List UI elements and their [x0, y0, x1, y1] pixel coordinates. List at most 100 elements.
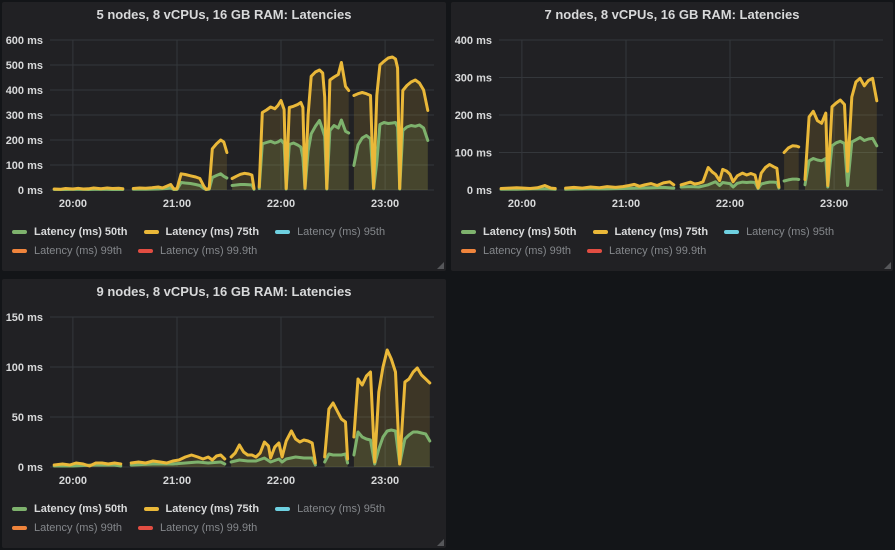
y-tick-label: 400 ms [6, 85, 43, 97]
legend-label: Latency (ms) 50th [34, 503, 128, 515]
x-tick-label: 21:00 [612, 198, 640, 210]
x-tick-label: 21:00 [163, 198, 191, 210]
y-tick-label: 100 ms [6, 160, 43, 172]
x-tick-label: 21:00 [163, 475, 191, 487]
legend-row: Latency (ms) 99th Latency (ms) 99.9th [12, 241, 440, 260]
legend-color-dash-icon [593, 230, 608, 234]
legend-item-latency-ms-95th[interactable]: Latency (ms) 95th [724, 226, 834, 238]
panel-9-nodes: 9 nodes, 8 vCPUs, 16 GB RAM: Latencies 0… [2, 279, 446, 548]
panel-resize-handle-icon[interactable] [437, 539, 444, 546]
legend-label: Latency (ms) 95th [746, 226, 834, 238]
chart-legend: Latency (ms) 50th Latency (ms) 75th Latenc… [12, 499, 440, 537]
legend-item-latency-ms-75th[interactable]: Latency (ms) 75th [593, 226, 709, 238]
legend-item-latency-ms-75th[interactable]: Latency (ms) 75th [144, 226, 260, 238]
legend-label: Latency (ms) 99.9th [160, 522, 257, 534]
legend-color-dash-icon [12, 507, 27, 511]
series-line [54, 188, 123, 189]
panel-5-nodes: 5 nodes, 8 vCPUs, 16 GB RAM: Latencies 0… [2, 2, 446, 271]
legend-color-dash-icon [12, 249, 27, 253]
chart-plot[interactable]: 0 ms 100 ms 200 ms 300 ms 400 ms 20:00 21:00 22… [453, 28, 889, 216]
legend-item-latency-ms-99th[interactable]: Latency (ms) 99th [461, 245, 571, 257]
y-tick-label: 0 ms [18, 462, 43, 474]
legend-row: Latency (ms) 50th Latency (ms) 75th Latenc… [12, 499, 440, 518]
legend-label: Latency (ms) 75th [166, 226, 260, 238]
y-tick-label: 200 ms [455, 110, 492, 122]
panel-title[interactable]: 7 nodes, 8 vCPUs, 16 GB RAM: Latencies [451, 7, 893, 22]
legend-label: Latency (ms) 99.9th [160, 245, 257, 257]
x-tick-label: 20:00 [508, 198, 536, 210]
y-tick-label: 400 ms [455, 35, 492, 47]
series-area [805, 78, 877, 190]
legend-row: Latency (ms) 50th Latency (ms) 75th Latenc… [461, 222, 887, 241]
x-tick-label: 20:00 [59, 475, 87, 487]
legend-color-dash-icon [144, 230, 159, 234]
legend-item-latency-ms-50th[interactable]: Latency (ms) 50th [12, 226, 128, 238]
legend-label: Latency (ms) 99.9th [609, 245, 706, 257]
legend-item-latency-ms-95th[interactable]: Latency (ms) 95th [275, 503, 385, 515]
legend-item-latency-ms-99-9th[interactable]: Latency (ms) 99.9th [138, 522, 257, 534]
y-tick-label: 0 ms [18, 185, 43, 197]
legend-label: Latency (ms) 99th [34, 522, 122, 534]
legend-item-latency-ms-95th[interactable]: Latency (ms) 95th [275, 226, 385, 238]
panel-7-nodes: 7 nodes, 8 vCPUs, 16 GB RAM: Latencies 0… [451, 2, 893, 271]
legend-item-latency-ms-99-9th[interactable]: Latency (ms) 99.9th [138, 245, 257, 257]
legend-label: Latency (ms) 75th [615, 226, 709, 238]
legend-item-latency-ms-50th[interactable]: Latency (ms) 50th [461, 226, 577, 238]
legend-label: Latency (ms) 99th [34, 245, 122, 257]
legend-label: Latency (ms) 50th [34, 226, 128, 238]
series-line [501, 186, 555, 189]
chart-legend: Latency (ms) 50th Latency (ms) 75th Latenc… [12, 222, 440, 260]
x-tick-label: 22:00 [267, 198, 295, 210]
y-tick-label: 300 ms [455, 73, 492, 85]
legend-item-latency-ms-99th[interactable]: Latency (ms) 99th [12, 522, 122, 534]
y-tick-label: 300 ms [6, 110, 43, 122]
legend-row: Latency (ms) 50th Latency (ms) 75th Latenc… [12, 222, 440, 241]
y-tick-label: 100 ms [6, 362, 43, 374]
legend-color-dash-icon [138, 249, 153, 253]
legend-color-dash-icon [461, 249, 476, 253]
series-area [784, 146, 799, 190]
legend-color-dash-icon [12, 230, 27, 234]
panel-resize-handle-icon[interactable] [437, 262, 444, 269]
legend-color-dash-icon [12, 526, 27, 530]
x-tick-label: 20:00 [59, 198, 87, 210]
latency-chart-7-nodes[interactable]: 0 ms 100 ms 200 ms 300 ms 400 ms 20:00 21:00 22… [453, 28, 889, 216]
legend-item-latency-ms-75th[interactable]: Latency (ms) 75th [144, 503, 260, 515]
panel-resize-handle-icon[interactable] [884, 262, 891, 269]
x-tick-label: 22:00 [716, 198, 744, 210]
legend-color-dash-icon [587, 249, 602, 253]
legend-label: Latency (ms) 50th [483, 226, 577, 238]
legend-color-dash-icon [275, 230, 290, 234]
legend-color-dash-icon [724, 230, 739, 234]
legend-item-latency-ms-99th[interactable]: Latency (ms) 99th [12, 245, 122, 257]
y-tick-label: 50 ms [12, 412, 43, 424]
latency-chart-5-nodes[interactable]: 0 ms 100 ms 200 ms 300 ms 400 ms 500 ms 600 ms… [4, 28, 440, 216]
legend-label: Latency (ms) 95th [297, 503, 385, 515]
legend-color-dash-icon [461, 230, 476, 234]
legend-label: Latency (ms) 99th [483, 245, 571, 257]
x-tick-label: 23:00 [371, 198, 399, 210]
chart-legend: Latency (ms) 50th Latency (ms) 75th Latenc… [461, 222, 887, 260]
x-tick-label: 22:00 [267, 475, 295, 487]
legend-color-dash-icon [144, 507, 159, 511]
legend-row: Latency (ms) 99th Latency (ms) 99.9th [12, 518, 440, 537]
panel-title[interactable]: 5 nodes, 8 vCPUs, 16 GB RAM: Latencies [2, 7, 446, 22]
legend-label: Latency (ms) 75th [166, 503, 260, 515]
y-tick-label: 600 ms [6, 35, 43, 47]
latency-chart-9-nodes[interactable]: 0 ms 50 ms 100 ms 150 ms 20:00 21:00 22:00 23:0… [4, 305, 440, 493]
x-tick-label: 23:00 [820, 198, 848, 210]
legend-item-latency-ms-99-9th[interactable]: Latency (ms) 99.9th [587, 245, 706, 257]
y-tick-label: 200 ms [6, 135, 43, 147]
y-tick-label: 150 ms [6, 312, 43, 324]
x-tick-label: 23:00 [371, 475, 399, 487]
panel-title[interactable]: 9 nodes, 8 vCPUs, 16 GB RAM: Latencies [2, 284, 446, 299]
chart-plot[interactable]: 0 ms 50 ms 100 ms 150 ms 20:00 21:00 22:00 23:0… [4, 305, 440, 493]
y-tick-label: 100 ms [455, 148, 492, 160]
legend-color-dash-icon [275, 507, 290, 511]
legend-row: Latency (ms) 99th Latency (ms) 99.9th [461, 241, 887, 260]
chart-plot[interactable]: 0 ms 100 ms 200 ms 300 ms 400 ms 500 ms 600 ms… [4, 28, 440, 216]
y-tick-label: 0 ms [467, 185, 492, 197]
y-tick-label: 500 ms [6, 60, 43, 72]
legend-color-dash-icon [138, 526, 153, 530]
legend-item-latency-ms-50th[interactable]: Latency (ms) 50th [12, 503, 128, 515]
